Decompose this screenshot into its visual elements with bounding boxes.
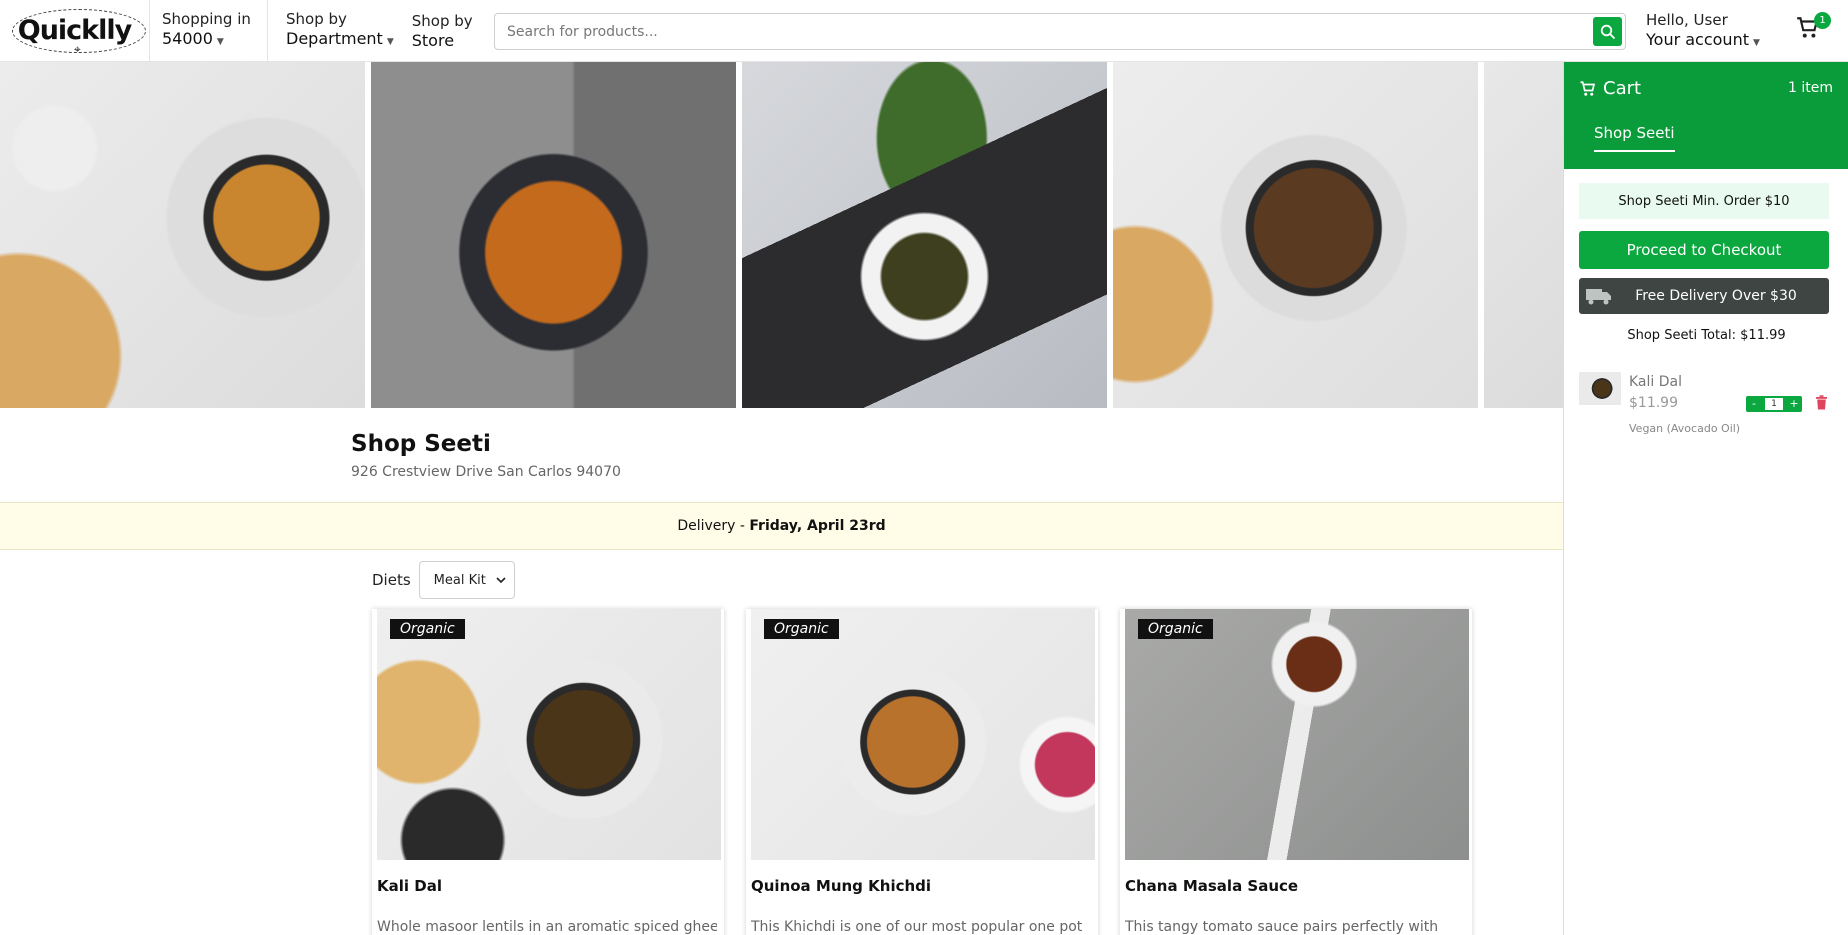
shop-by-dept-bottom: Department ▼: [286, 29, 394, 48]
delivery-banner: Delivery - Friday, April 23rd: [0, 502, 1563, 550]
organic-badge: Organic: [1138, 619, 1213, 639]
shop-name: Shop Seeti: [351, 431, 491, 457]
diets-label: Diets: [372, 571, 411, 589]
diets-filter: Diets Meal Kit: [372, 561, 515, 599]
cart-panel: Cart 1 item Shop Seeti Shop Seeti Min. O…: [1563, 62, 1848, 935]
organic-badge: Organic: [764, 619, 839, 639]
product-title[interactable]: Chana Masala Sauce: [1125, 877, 1298, 895]
cart-total: Shop Seeti Total: $11.99: [1627, 328, 1786, 343]
product-image[interactable]: Organic: [377, 609, 721, 860]
your-account: Your account ▼: [1646, 29, 1760, 49]
min-order-notice: Shop Seeti Min. Order $10: [1579, 183, 1829, 219]
organic-badge: Organic: [390, 619, 465, 639]
search-icon: [1600, 24, 1615, 39]
cart-item-thumbnail[interactable]: [1579, 372, 1621, 405]
product-image[interactable]: Organic: [1125, 609, 1469, 860]
logo[interactable]: Quicklly ⌖: [0, 0, 150, 62]
location-selector[interactable]: Shopping in 54000 ▼: [150, 0, 268, 62]
remove-item-button[interactable]: [1815, 395, 1828, 414]
delivery-label: Delivery -: [677, 518, 750, 534]
cart-icon: [1580, 80, 1596, 96]
hero-image-chickpea-curry: [0, 62, 365, 408]
diets-selected-value: Meal Kit: [433, 572, 486, 588]
shop-by-dept-top: Shop by: [286, 10, 347, 28]
chevron-down-icon: [496, 577, 506, 584]
diets-select[interactable]: Meal Kit: [418, 561, 515, 599]
hero-banner: [0, 62, 1563, 408]
product-description: This tangy tomato sauce pairs perfectly …: [1125, 919, 1439, 935]
caret-down-icon: ▼: [1752, 37, 1760, 48]
free-delivery-banner: Free Delivery Over $30: [1579, 278, 1829, 314]
caret-down-icon: ▼: [386, 37, 394, 47]
map-pin-icon: ⌖: [74, 41, 81, 56]
hero-image-potato-curry: [371, 62, 736, 408]
shop-by-department-menu[interactable]: Shop by Department ▼: [268, 0, 406, 62]
zip-code: 54000 ▼: [162, 29, 224, 48]
cart-header: Cart 1 item Shop Seeti: [1564, 62, 1848, 169]
search-button[interactable]: [1593, 17, 1622, 46]
free-delivery-text: Free Delivery Over $30: [1635, 288, 1797, 304]
product-card[interactable]: Organic Quinoa Mung Khichdi This Khichdi…: [746, 609, 1098, 935]
quantity-stepper: - 1 +: [1746, 396, 1802, 412]
search-input[interactable]: [495, 14, 1593, 49]
search-bar: [494, 13, 1626, 50]
cart-badge: 1: [1814, 12, 1831, 29]
decrease-quantity-button[interactable]: -: [1749, 397, 1759, 411]
cart-item-count: 1 item: [1788, 80, 1833, 96]
trash-icon: [1816, 395, 1827, 410]
cart-store-tab[interactable]: Shop Seeti: [1594, 124, 1675, 152]
increase-quantity-button[interactable]: +: [1789, 397, 1799, 411]
cart-line-item: Kali Dal $11.99 Vegan (Avocado Oil) - 1 …: [1579, 372, 1839, 442]
product-card[interactable]: Organic Kali Dal Whole masoor lentils in…: [372, 609, 724, 935]
cart-title: Cart: [1579, 78, 1641, 99]
delivery-date: Friday, April 23rd: [749, 518, 886, 534]
shop-by-store-bottom: Store: [411, 30, 455, 50]
cart-item-option: Vegan (Avocado Oil): [1629, 422, 1741, 435]
shop-address: 926 Crestview Drive San Carlos 94070: [351, 464, 621, 480]
cart-item-price: $11.99: [1629, 395, 1678, 411]
product-description: Whole masoor lentils in an aromatic spic…: [377, 919, 717, 935]
product-image[interactable]: Organic: [751, 609, 1095, 860]
greeting: Hello, User: [1646, 10, 1728, 29]
hero-image-sauce: [1484, 62, 1563, 408]
product-title[interactable]: Quinoa Mung Khichdi: [751, 877, 931, 895]
shopping-in-label: Shopping in: [162, 10, 251, 28]
proceed-to-checkout-button[interactable]: Proceed to Checkout: [1579, 231, 1829, 269]
quantity-input[interactable]: 1: [1765, 398, 1783, 410]
hero-image-keema-potatoes: [1113, 62, 1478, 408]
hero-image-saag-paneer: [742, 62, 1107, 408]
account-menu[interactable]: Hello, User Your account ▼: [1634, 0, 1772, 62]
header-cart-button[interactable]: 1: [1795, 12, 1831, 47]
caret-down-icon: ▼: [216, 37, 224, 47]
shop-by-store-menu[interactable]: Shop by Store: [406, 0, 485, 62]
product-title[interactable]: Kali Dal: [377, 877, 442, 895]
cart-item-name[interactable]: Kali Dal: [1629, 374, 1682, 390]
product-card[interactable]: Organic Chana Masala Sauce This tangy to…: [1120, 609, 1472, 935]
truck-icon: [1586, 289, 1611, 305]
shop-by-store-top: Shop by: [411, 11, 473, 30]
product-description: This Khichdi is one of our most popular …: [751, 919, 1083, 935]
